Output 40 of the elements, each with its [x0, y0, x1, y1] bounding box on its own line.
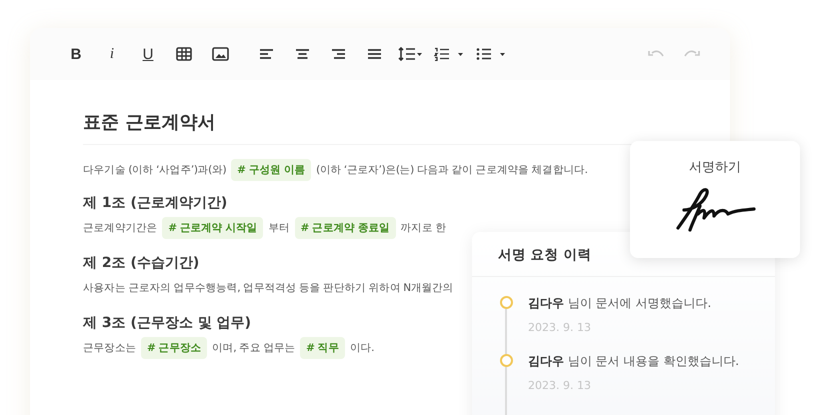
image-icon	[212, 47, 228, 61]
paragraph-text: 근무장소는	[83, 341, 136, 355]
section-heading: 제 1조 (근로계약기간)	[83, 194, 228, 212]
paragraph-text: 까지로 한	[400, 221, 446, 235]
paragraph-text: 이며, 주요 업무는	[212, 341, 296, 355]
document-title: 표준 근로계약서	[83, 111, 216, 135]
history-message: 김다우 님이 문서에 서명했습니다.	[528, 295, 712, 312]
justify-icon	[366, 48, 382, 60]
timeline-dot-icon	[500, 296, 513, 309]
line-height-icon	[398, 47, 422, 61]
paragraph-text: 다우기술 (이하 ‘사업주’)과(와)	[83, 163, 226, 177]
history-date: 2023. 9. 13	[528, 379, 592, 392]
signature-card[interactable]: 서명하기	[630, 141, 800, 258]
field-tag[interactable]: # 근로계약 종료일	[294, 217, 396, 239]
paragraph-text: 부터	[268, 221, 290, 235]
paragraph-text: 이다.	[350, 341, 374, 355]
paragraph-text: 근로계약기간은	[83, 221, 158, 235]
italic-button[interactable]: i	[96, 39, 128, 69]
redo-icon	[684, 49, 700, 59]
ordered-list-icon	[434, 47, 464, 61]
bold-button[interactable]: B	[60, 39, 92, 69]
field-tag[interactable]: # 근로계약 시작일	[162, 217, 264, 239]
align-left-icon	[258, 48, 274, 60]
align-center-icon	[294, 48, 310, 60]
underline-button[interactable]: U	[132, 39, 164, 69]
paragraph-text: (이하 ‘근로자’)은(는) 다음과 같이 근로계약을 체결합니다.	[316, 163, 588, 177]
field-tag[interactable]: # 구성원 이름	[231, 159, 312, 181]
align-right-icon	[330, 48, 346, 60]
timeline-dot-icon	[500, 354, 513, 367]
paragraph-text: 사용자는 근로자의 업무수행능력, 업무적격성 등을 판단하기 위하여 N개월간의	[83, 281, 454, 295]
table-icon	[176, 47, 192, 61]
signature-title: 서명하기	[689, 159, 741, 176]
history-date: 2023. 9. 13	[528, 321, 592, 334]
bullet-list-icon	[476, 47, 506, 61]
history-message: 김다우 님이 문서 내용을 확인했습니다.	[528, 353, 740, 370]
section-heading: 제 2조 (수습기간)	[83, 254, 200, 272]
field-tag[interactable]: # 근무장소	[141, 337, 208, 359]
undo-icon	[648, 49, 664, 59]
field-tag[interactable]: # 직무	[300, 337, 345, 359]
section-heading: 제 3조 (근무장소 및 업무)	[83, 314, 252, 332]
